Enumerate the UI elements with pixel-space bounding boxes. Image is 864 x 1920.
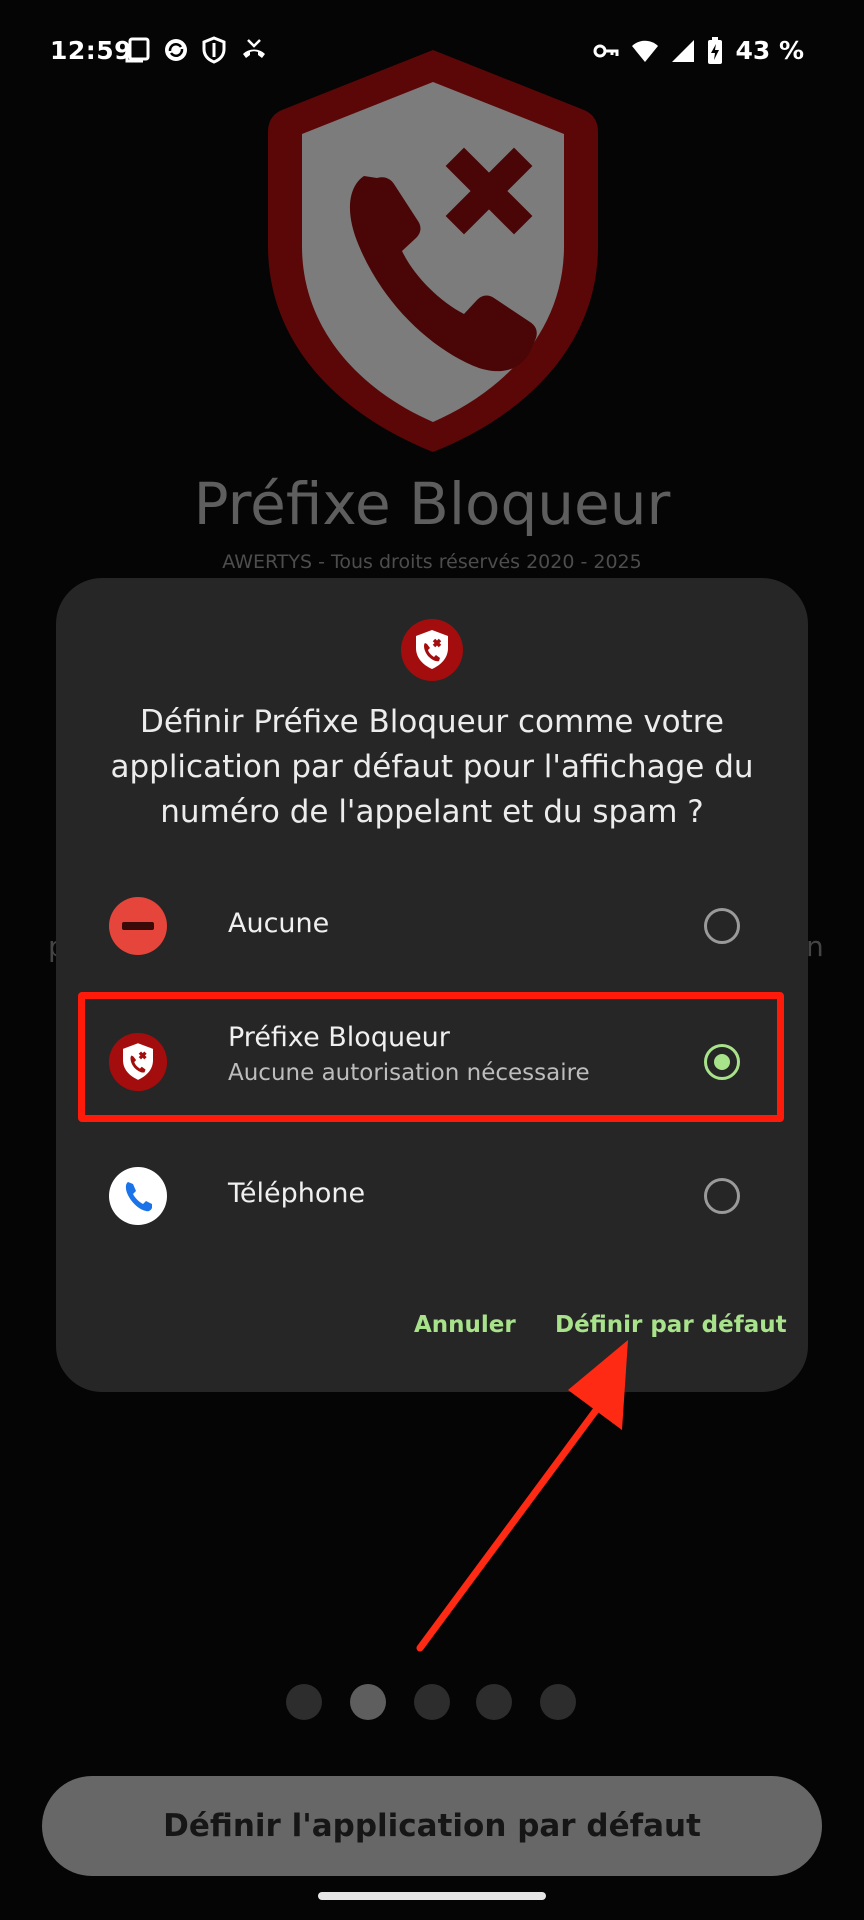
status-right-group: 43 % [593, 36, 804, 65]
radio-button[interactable] [704, 908, 740, 944]
page-dot-active [350, 1684, 386, 1720]
cta-label: Définir l'application par défaut [163, 1808, 701, 1844]
annotation-highlight-box [78, 992, 784, 1122]
page-indicator [286, 1684, 586, 1720]
battery-percent: 43 % [735, 36, 804, 65]
default-app-dialog: Définir Préfixe Bloqueur comme votre app… [56, 578, 808, 1392]
page-dot [476, 1684, 512, 1720]
page-dot [414, 1684, 450, 1720]
option-telephone[interactable]: Téléphone [76, 1136, 788, 1256]
page-dot [540, 1684, 576, 1720]
phone-app-icon [108, 1166, 168, 1226]
page-dot [286, 1684, 322, 1720]
wifi-icon [631, 39, 659, 63]
gesture-home-bar[interactable] [318, 1892, 546, 1900]
annotation-arrow-icon [400, 1330, 660, 1660]
app-copyright: AWERTYS - Tous droits réservés 2020 - 20… [222, 551, 642, 573]
no-entry-icon [108, 896, 168, 956]
option-label: Téléphone [228, 1178, 366, 1209]
option-aucune[interactable]: Aucune [76, 866, 788, 986]
dialog-title: Définir Préfixe Bloqueur comme votre app… [110, 704, 754, 830]
radio-button[interactable] [704, 1178, 740, 1214]
copy-icon [124, 36, 152, 64]
status-time: 12:59 [50, 36, 133, 65]
shield-icon [200, 36, 228, 64]
set-default-app-button[interactable]: Définir l'application par défaut [42, 1776, 822, 1876]
sync-icon [162, 36, 190, 64]
option-label: Aucune [228, 908, 330, 939]
app-title: Préfixe Bloqueur [193, 470, 671, 538]
prefixe-bloqueur-app-icon [400, 618, 464, 682]
app-logo-large [264, 46, 602, 456]
signal-icon [671, 39, 695, 63]
battery-charging-icon [707, 36, 723, 65]
